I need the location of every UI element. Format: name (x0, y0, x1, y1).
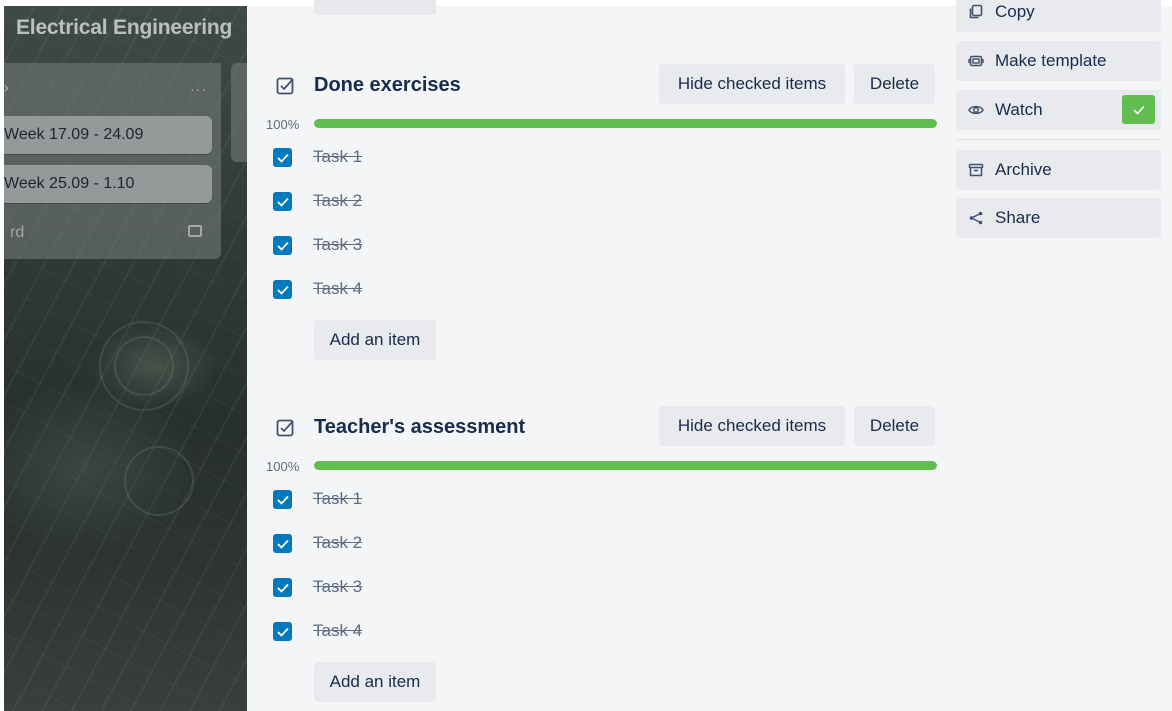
progress-bar (314, 461, 937, 470)
checklist-item[interactable]: Task 3 (247, 574, 947, 618)
sidebar-divider (956, 139, 1161, 140)
share-button[interactable]: Share (956, 198, 1161, 238)
checked-checkbox[interactable] (273, 578, 292, 597)
checked-checkbox[interactable] (273, 236, 292, 255)
board-list-edge (231, 63, 247, 162)
checked-checkbox[interactable] (273, 280, 292, 299)
progress-percentage: 100% (266, 459, 300, 474)
share-label: Share (995, 208, 1041, 227)
checklist-item[interactable]: Task 1 (247, 144, 947, 188)
list-menu-icon[interactable]: ··· (190, 81, 207, 97)
checklist-item[interactable]: Task 2 (247, 530, 947, 574)
watch-button[interactable]: Watch (956, 90, 1161, 130)
checked-checkbox[interactable] (273, 192, 292, 211)
checklist-item-text[interactable]: Task 3 (313, 235, 362, 255)
checklist-icon (276, 419, 294, 437)
archive-icon (968, 163, 984, 177)
circuit-trace-decoration (114, 336, 174, 396)
watch-label: Watch (995, 100, 1043, 119)
circuit-trace-decoration (124, 446, 194, 516)
delete-checklist-button[interactable]: Delete (854, 64, 935, 104)
check-icon (276, 197, 289, 207)
card-detail-modal: Done exercises Hide checked items Delete… (247, 0, 1172, 711)
checked-checkbox[interactable] (273, 534, 292, 553)
checklist-item[interactable]: Task 4 (247, 618, 947, 662)
board-card[interactable]: Week 17.09 - 24.09 (4, 116, 212, 154)
watching-indicator (1122, 95, 1155, 124)
list-header-fragment: › (4, 79, 9, 95)
checked-checkbox[interactable] (273, 490, 292, 509)
make-template-label: Make template (995, 51, 1107, 70)
add-card-button[interactable]: rd (10, 224, 24, 242)
archive-label: Archive (995, 160, 1052, 179)
add-item-button[interactable]: Add an item (314, 662, 436, 702)
add-item-button[interactable]: Add an item (314, 320, 436, 360)
checklist-item[interactable]: Task 4 (247, 276, 947, 320)
checklist-item[interactable]: Task 2 (247, 188, 947, 232)
check-icon (276, 495, 289, 505)
template-icon (968, 55, 984, 67)
checklist-item-text[interactable]: Task 2 (313, 533, 362, 553)
hide-checked-items-button[interactable]: Hide checked items (659, 64, 845, 104)
checklist-item-text[interactable]: Task 4 (313, 279, 362, 299)
checked-checkbox[interactable] (273, 148, 292, 167)
checklist-item-text[interactable]: Task 2 (313, 191, 362, 211)
copy-label: Copy (995, 2, 1035, 21)
share-icon (969, 211, 983, 225)
checked-checkbox[interactable] (273, 622, 292, 641)
board-title[interactable]: Electrical Engineering (16, 16, 232, 40)
check-icon (276, 539, 289, 549)
copy-icon (969, 4, 983, 19)
progress-percentage: 100% (266, 117, 300, 132)
check-icon (276, 583, 289, 593)
archive-button[interactable]: Archive (956, 150, 1161, 190)
check-icon (276, 241, 289, 251)
checklist-icon (276, 77, 294, 95)
board-card[interactable]: Week 25.09 - 1.10 (4, 165, 212, 203)
progress-bar (314, 119, 937, 128)
checklist-items: Task 1 Task 2 Task 3 Task 4 (247, 486, 947, 662)
make-template-button[interactable]: Make template (956, 41, 1161, 81)
card-template-icon[interactable] (188, 225, 202, 237)
checklist-items: Task 1 Task 2 Task 3 Task 4 (247, 144, 947, 320)
check-icon (276, 153, 289, 163)
hide-checked-items-button[interactable]: Hide checked items (659, 406, 845, 446)
checklist-title[interactable]: Done exercises (314, 74, 461, 97)
check-icon (276, 627, 289, 637)
progress-bar-fill (314, 119, 937, 128)
eye-icon (968, 105, 984, 115)
progress-bar-fill (314, 461, 937, 470)
board-list: › ··· Week 17.09 - 24.09 Week 25.09 - 1.… (4, 63, 221, 259)
delete-checklist-button[interactable]: Delete (854, 406, 935, 446)
check-icon (276, 285, 289, 295)
board-background: Electrical Engineering › ··· Week 17.09 … (4, 6, 247, 711)
add-item-button-partial[interactable] (314, 0, 436, 15)
checklist-item[interactable]: Task 1 (247, 486, 947, 530)
checklist-item-text[interactable]: Task 1 (313, 489, 362, 509)
checklist-item-text[interactable]: Task 3 (313, 577, 362, 597)
checklist-item[interactable]: Task 3 (247, 232, 947, 276)
copy-button[interactable]: Copy (956, 0, 1161, 32)
check-icon (1132, 105, 1145, 115)
checklist-item-text[interactable]: Task 1 (313, 147, 362, 167)
checklist-title[interactable]: Teacher's assessment (314, 416, 525, 439)
checklist-item-text[interactable]: Task 4 (313, 621, 362, 641)
